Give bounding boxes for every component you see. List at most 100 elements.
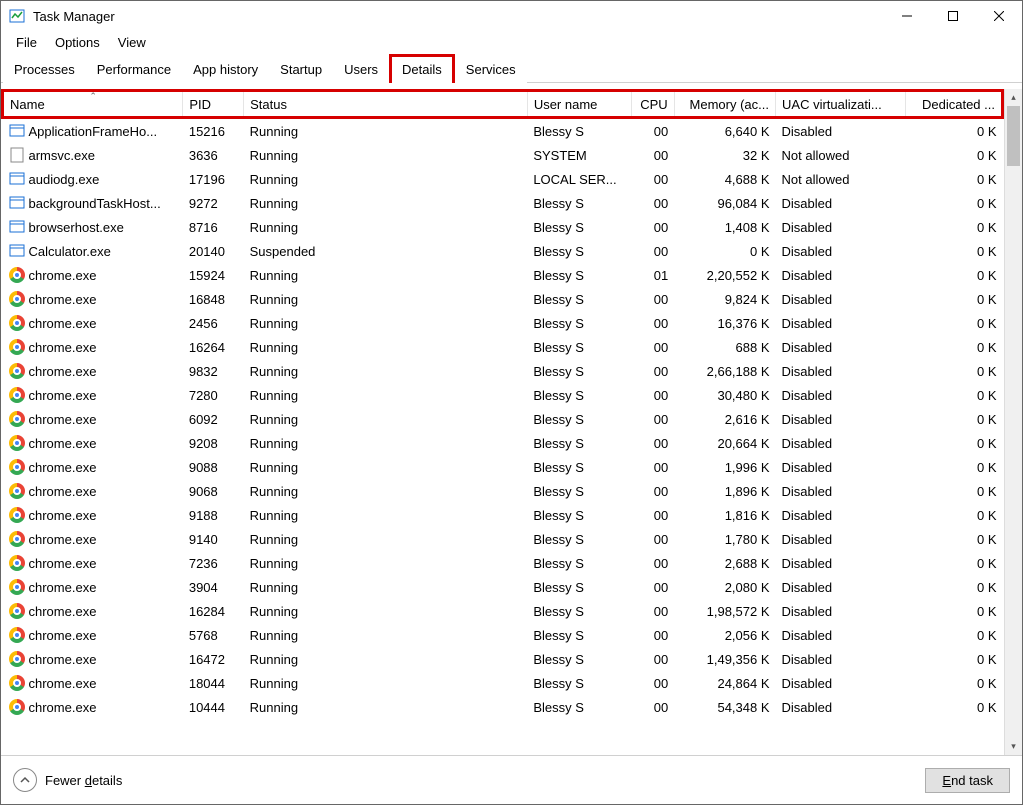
cell-memory: 2,20,552 K <box>674 263 775 287</box>
process-name: chrome.exe <box>29 700 97 715</box>
cell-status: Running <box>244 455 528 479</box>
vertical-scrollbar[interactable]: ▴ ▾ <box>1004 89 1022 755</box>
chrome-icon <box>9 675 25 691</box>
cell-pid: 9208 <box>183 431 244 455</box>
table-row[interactable]: browserhost.exe8716RunningBlessy S001,40… <box>3 215 1003 239</box>
table-row[interactable]: chrome.exe15924RunningBlessy S012,20,552… <box>3 263 1003 287</box>
cell-dedicated: 0 K <box>905 671 1002 695</box>
table-row[interactable]: ApplicationFrameHo...15216RunningBlessy … <box>3 118 1003 144</box>
cell-cpu: 00 <box>632 647 675 671</box>
cell-user: Blessy S <box>527 647 631 671</box>
table-row[interactable]: chrome.exe16264RunningBlessy S00688 KDis… <box>3 335 1003 359</box>
table-row[interactable]: chrome.exe9088RunningBlessy S001,996 KDi… <box>3 455 1003 479</box>
cell-cpu: 00 <box>632 118 675 144</box>
close-button[interactable] <box>976 1 1022 31</box>
table-row[interactable]: chrome.exe9188RunningBlessy S001,816 KDi… <box>3 503 1003 527</box>
table-row[interactable]: chrome.exe9068RunningBlessy S001,896 KDi… <box>3 479 1003 503</box>
cell-user: LOCAL SER... <box>527 167 631 191</box>
col-name[interactable]: ⌃Name <box>3 91 183 118</box>
table-row[interactable]: armsvc.exe3636RunningSYSTEM0032 KNot all… <box>3 143 1003 167</box>
cell-memory: 32 K <box>674 143 775 167</box>
cell-status: Running <box>244 647 528 671</box>
table-row[interactable]: chrome.exe5768RunningBlessy S002,056 KDi… <box>3 623 1003 647</box>
minimize-button[interactable] <box>884 1 930 31</box>
table-row[interactable]: chrome.exe9208RunningBlessy S0020,664 KD… <box>3 431 1003 455</box>
chrome-icon <box>9 411 25 427</box>
tab-details[interactable]: Details <box>389 54 455 83</box>
cell-uac: Disabled <box>776 118 906 144</box>
titlebar[interactable]: Task Manager <box>1 1 1022 31</box>
cell-dedicated: 0 K <box>905 118 1002 144</box>
cell-uac: Disabled <box>776 479 906 503</box>
chrome-icon <box>9 387 25 403</box>
menu-options[interactable]: Options <box>46 33 109 52</box>
cell-status: Running <box>244 311 528 335</box>
table-row[interactable]: chrome.exe9832RunningBlessy S002,66,188 … <box>3 359 1003 383</box>
table-row[interactable]: chrome.exe3904RunningBlessy S002,080 KDi… <box>3 575 1003 599</box>
table-row[interactable]: audiodg.exe17196RunningLOCAL SER...004,6… <box>3 167 1003 191</box>
task-manager-icon <box>9 8 25 24</box>
task-manager-window: Task Manager File Options View Processes… <box>0 0 1023 805</box>
cell-pid: 10444 <box>183 695 244 719</box>
process-name: chrome.exe <box>29 676 97 691</box>
table-row[interactable]: chrome.exe16848RunningBlessy S009,824 KD… <box>3 287 1003 311</box>
tab-users[interactable]: Users <box>333 56 389 83</box>
table-row[interactable]: backgroundTaskHost...9272RunningBlessy S… <box>3 191 1003 215</box>
cell-status: Running <box>244 287 528 311</box>
end-task-button[interactable]: End task <box>925 768 1010 793</box>
tab-services[interactable]: Services <box>455 56 527 83</box>
table-row[interactable]: chrome.exe18044RunningBlessy S0024,864 K… <box>3 671 1003 695</box>
cell-uac: Disabled <box>776 407 906 431</box>
cell-status: Running <box>244 167 528 191</box>
process-name: chrome.exe <box>29 604 97 619</box>
process-name: chrome.exe <box>29 292 97 307</box>
chrome-icon <box>9 363 25 379</box>
table-row[interactable]: chrome.exe7236RunningBlessy S002,688 KDi… <box>3 551 1003 575</box>
cell-status: Running <box>244 623 528 647</box>
col-uac[interactable]: UAC virtualizati... <box>776 91 906 118</box>
cell-memory: 16,376 K <box>674 311 775 335</box>
col-dedicated[interactable]: Dedicated ... <box>905 91 1002 118</box>
col-user[interactable]: User name <box>527 91 631 118</box>
col-cpu[interactable]: CPU <box>632 91 675 118</box>
col-memory[interactable]: Memory (ac... <box>674 91 775 118</box>
menu-file[interactable]: File <box>7 33 46 52</box>
fewer-details-toggle[interactable]: Fewer details <box>13 768 122 792</box>
col-pid[interactable]: PID <box>183 91 244 118</box>
process-name: chrome.exe <box>29 532 97 547</box>
tab-app-history[interactable]: App history <box>182 56 269 83</box>
process-name: chrome.exe <box>29 364 97 379</box>
cell-memory: 1,816 K <box>674 503 775 527</box>
scroll-up-icon[interactable]: ▴ <box>1005 89 1022 106</box>
cell-memory: 6,640 K <box>674 118 775 144</box>
table-row[interactable]: chrome.exe10444RunningBlessy S0054,348 K… <box>3 695 1003 719</box>
table-row[interactable]: chrome.exe7280RunningBlessy S0030,480 KD… <box>3 383 1003 407</box>
scroll-thumb[interactable] <box>1007 106 1020 166</box>
cell-cpu: 01 <box>632 263 675 287</box>
cell-user: Blessy S <box>527 623 631 647</box>
scroll-down-icon[interactable]: ▾ <box>1005 738 1022 755</box>
cell-memory: 1,98,572 K <box>674 599 775 623</box>
tab-performance[interactable]: Performance <box>86 56 182 83</box>
menu-view[interactable]: View <box>109 33 155 52</box>
col-status[interactable]: Status <box>244 91 528 118</box>
cell-uac: Disabled <box>776 383 906 407</box>
table-row[interactable]: Calculator.exe20140SuspendedBlessy S000 … <box>3 239 1003 263</box>
table-row[interactable]: chrome.exe6092RunningBlessy S002,616 KDi… <box>3 407 1003 431</box>
cell-cpu: 00 <box>632 407 675 431</box>
cell-pid: 9140 <box>183 527 244 551</box>
cell-uac: Disabled <box>776 671 906 695</box>
table-row[interactable]: chrome.exe16472RunningBlessy S001,49,356… <box>3 647 1003 671</box>
window-title: Task Manager <box>33 9 115 24</box>
cell-memory: 1,996 K <box>674 455 775 479</box>
table-row[interactable]: chrome.exe2456RunningBlessy S0016,376 KD… <box>3 311 1003 335</box>
tab-processes[interactable]: Processes <box>3 56 86 83</box>
table-row[interactable]: chrome.exe16284RunningBlessy S001,98,572… <box>3 599 1003 623</box>
tab-startup[interactable]: Startup <box>269 56 333 83</box>
table-row[interactable]: chrome.exe9140RunningBlessy S001,780 KDi… <box>3 527 1003 551</box>
chrome-icon <box>9 531 25 547</box>
chrome-icon <box>9 291 25 307</box>
cell-dedicated: 0 K <box>905 239 1002 263</box>
maximize-button[interactable] <box>930 1 976 31</box>
cell-uac: Disabled <box>776 239 906 263</box>
